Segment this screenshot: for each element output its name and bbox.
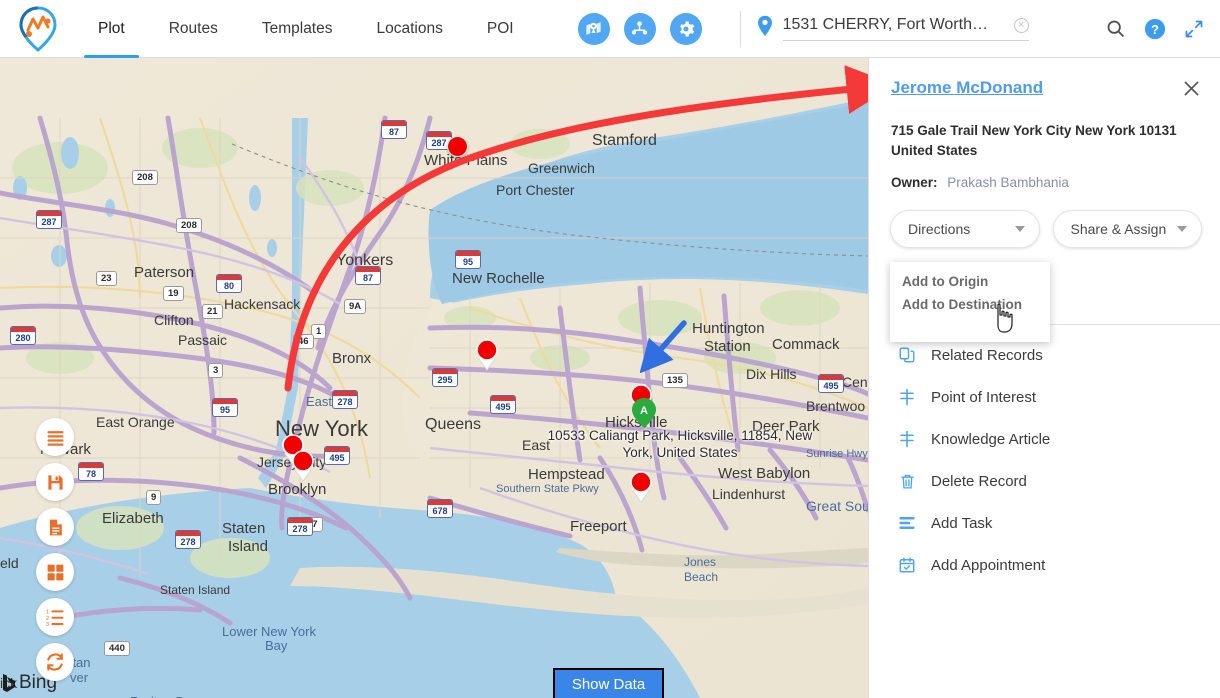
- search-icon[interactable]: [1105, 18, 1126, 39]
- app-root: Plot Routes Templates Locations POI 1531…: [0, 0, 1220, 698]
- svg-text:A: A: [640, 405, 648, 417]
- map-marker-jersey-city[interactable]: [290, 450, 316, 484]
- main-nav: Plot Routes Templates Locations POI: [76, 0, 536, 58]
- tab-plot-label: Plot: [98, 19, 125, 37]
- signpost-icon: [897, 388, 917, 406]
- svg-text:3: 3: [46, 622, 49, 627]
- menu-item-add-to-destination[interactable]: Add to Destination: [890, 293, 1050, 316]
- top-header: Plot Routes Templates Locations POI 1531…: [0, 0, 1220, 58]
- refresh-icon[interactable]: [36, 643, 74, 681]
- directions-dropdown[interactable]: Directions: [890, 210, 1040, 248]
- map-left-toolbar: 1 2 3: [36, 418, 74, 681]
- menu-item-label: Knowledge Article: [931, 430, 1051, 448]
- chevron-down-icon: [1177, 226, 1187, 232]
- map-viewport[interactable]: Stamford White Plains Greenwich Port Cheste…: [0, 58, 868, 698]
- owner-value: Prakash Bambhania: [947, 175, 1069, 190]
- svg-text:?: ?: [1151, 21, 1159, 36]
- map-marker-hempstead[interactable]: [628, 471, 654, 505]
- grid-icon[interactable]: [36, 553, 74, 591]
- tab-routes-label: Routes: [168, 19, 218, 37]
- share-assign-dropdown[interactable]: Share & Assign: [1052, 210, 1202, 248]
- menu-item-label: Delete Record: [931, 472, 1027, 490]
- tab-templates[interactable]: Templates: [240, 0, 355, 58]
- bing-mark-icon: [3, 674, 15, 692]
- header-icon-group: [577, 12, 702, 45]
- selected-marker-a[interactable]: A: [632, 398, 656, 428]
- expand-icon[interactable]: [1184, 19, 1204, 39]
- panel-header: Jerome McDonand: [869, 58, 1220, 99]
- record-detail-panel: Jerome McDonand 715 Gale Trail New York …: [868, 58, 1220, 698]
- signpost-icon: [897, 430, 917, 448]
- owner-label: Owner:: [891, 175, 938, 190]
- menu-item-add-task[interactable]: Add Task: [869, 502, 1220, 544]
- document-icon[interactable]: [36, 508, 74, 546]
- tab-templates-label: Templates: [261, 19, 333, 37]
- tab-locations-label: Locations: [376, 19, 443, 37]
- tab-poi[interactable]: POI: [465, 0, 536, 58]
- save-icon[interactable]: [36, 463, 74, 501]
- numbered-list-icon[interactable]: 1 2 3: [36, 598, 74, 636]
- directions-label: Directions: [908, 221, 971, 237]
- map-pin-layers-icon[interactable]: [577, 12, 610, 45]
- clear-search-icon[interactable]: ×: [1013, 17, 1029, 33]
- menu-item-add-to-origin[interactable]: Add to Origin: [890, 270, 1050, 293]
- share-network-icon[interactable]: [623, 12, 656, 45]
- directions-dropdown-menu: Add to Origin Add to Destination: [890, 262, 1050, 342]
- record-title-link[interactable]: Jerome McDonand: [891, 78, 1043, 98]
- task-list-icon: [897, 514, 917, 532]
- search-input[interactable]: [782, 16, 1014, 34]
- app-logo[interactable]: [0, 5, 76, 53]
- chevron-down-icon: [1014, 226, 1025, 232]
- map-base-tiles: [0, 58, 868, 698]
- menu-item-label: Point of Interest: [931, 388, 1037, 406]
- menu-item-point-of-interest[interactable]: Point of Interest: [869, 376, 1220, 418]
- menu-item-knowledge-article[interactable]: Knowledge Article: [869, 418, 1220, 460]
- svg-text:2: 2: [46, 615, 49, 621]
- related-records-icon: [897, 346, 917, 364]
- header-divider: [739, 10, 741, 47]
- trash-icon: [897, 473, 917, 490]
- tab-poi-label: POI: [486, 19, 514, 37]
- menu-icon[interactable]: [36, 418, 74, 456]
- map-marker-sound[interactable]: [474, 339, 500, 373]
- svg-text:1: 1: [46, 609, 49, 615]
- location-search: ×: [757, 15, 1029, 42]
- menu-item-add-appointment[interactable]: Add Appointment: [869, 544, 1220, 586]
- menu-item-label: Add Appointment: [931, 556, 1046, 574]
- record-address: 715 Gale Trail New York City New York 10…: [891, 123, 1177, 158]
- record-action-menu: Related Records Point of Interest Knowledg…: [869, 334, 1220, 586]
- show-data-button[interactable]: Show Data: [553, 668, 664, 698]
- tab-plot[interactable]: Plot: [76, 0, 147, 58]
- record-owner: Owner: Prakash Bambhania: [869, 161, 1220, 190]
- menu-item-delete-record[interactable]: Delete Record: [869, 460, 1220, 502]
- header-right-icons: ?: [1105, 18, 1220, 40]
- location-pin-icon: [757, 15, 773, 42]
- show-data-label: Show Data: [571, 675, 646, 693]
- menu-item-label: Related Records: [931, 346, 1043, 364]
- help-icon[interactable]: ?: [1144, 18, 1166, 40]
- menu-item-label: Add Task: [931, 514, 993, 532]
- share-assign-label: Share & Assign: [1070, 221, 1167, 237]
- search-field-wrap[interactable]: ×: [782, 16, 1029, 41]
- tab-locations[interactable]: Locations: [355, 0, 465, 58]
- calendar-check-icon: [897, 556, 917, 574]
- panel-action-buttons: Directions Share & Assign: [869, 190, 1220, 248]
- gear-icon[interactable]: [669, 12, 702, 45]
- close-icon[interactable]: [1181, 78, 1202, 99]
- map-marker-white-plains[interactable]: [447, 136, 468, 157]
- tab-routes[interactable]: Routes: [147, 0, 240, 58]
